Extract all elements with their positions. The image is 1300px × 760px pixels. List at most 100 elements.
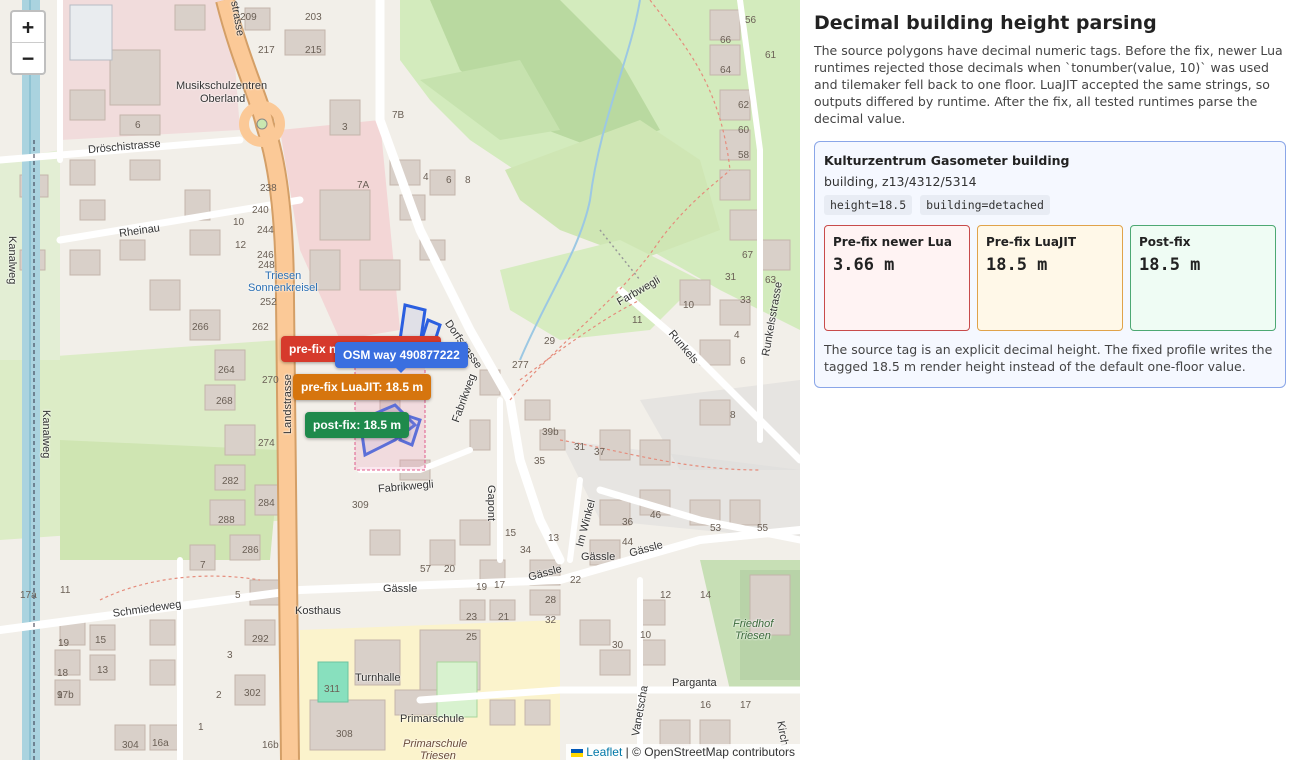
house-number: 264 [218, 365, 235, 376]
tag-chip: height=18.5 [824, 195, 913, 215]
house-number: 30 [612, 640, 624, 651]
house-number: 244 [257, 225, 274, 236]
house-number: 238 [260, 183, 277, 194]
zoom-out-button[interactable]: − [12, 42, 44, 73]
house-number: 240 [252, 205, 269, 216]
house-number: 20 [444, 564, 456, 575]
house-number: 32 [545, 615, 557, 626]
house-number: 4 [734, 330, 740, 341]
house-number: 311 [324, 684, 340, 695]
postfix-marker[interactable]: post-fix: 18.5 m [305, 412, 410, 438]
result-value: 18.5 m [1139, 255, 1201, 275]
page-title: Decimal building height parsing [814, 12, 1157, 34]
house-number: 34 [520, 545, 532, 556]
house-number: 62 [738, 100, 750, 111]
map-label: Triesen [265, 270, 302, 282]
house-number: 292 [252, 634, 269, 645]
result-label: Pre-fix newer Lua [833, 235, 952, 249]
house-number: 3 [342, 122, 348, 133]
building-card: Kulturzentrum Gasometer building buildin… [814, 141, 1286, 388]
tag-chips: height=18.5 building=detached [824, 195, 1276, 215]
house-number: 63 [765, 275, 777, 286]
map-label: Parganta [672, 677, 717, 689]
map-label: Triesen [420, 750, 456, 760]
building-note: The source tag is an explicit decimal he… [824, 342, 1273, 374]
house-number: 248 [258, 260, 275, 271]
house-number: 13 [548, 533, 560, 544]
house-number: 17a [20, 590, 37, 601]
house-number: 5 [235, 590, 241, 601]
house-number: 304 [122, 740, 139, 751]
result-boxes: Pre-fix newer Lua 3.66 m Pre-fix LuaJIT … [824, 225, 1276, 331]
house-number: 31 [574, 442, 586, 453]
house-number: 7A [357, 180, 370, 191]
building-subtitle: building, z13/4312/5314 [824, 174, 977, 189]
house-number: 57 [420, 564, 432, 575]
house-number: 6 [135, 120, 141, 131]
house-number: 266 [192, 322, 209, 333]
map-label: Kanalweg [40, 410, 52, 459]
zoom-in-button[interactable]: + [12, 12, 44, 42]
building-title: Kulturzentrum Gasometer building [824, 153, 1070, 168]
house-number: 64 [720, 65, 732, 76]
house-number: 11 [632, 315, 643, 326]
house-number: 309 [352, 500, 369, 511]
house-number: 37 [594, 447, 606, 458]
result-value: 3.66 m [833, 255, 895, 275]
leaflet-link[interactable]: Leaflet [586, 745, 622, 759]
house-number: 274 [258, 438, 275, 449]
house-number: 3 [227, 650, 233, 661]
prefix-luajit-marker[interactable]: pre-fix LuaJIT: 18.5 m [293, 374, 432, 400]
house-number: 203 [305, 12, 322, 23]
house-number: 8 [730, 410, 736, 421]
map-label: Oberland [200, 93, 246, 105]
house-number: 19 [58, 638, 70, 649]
house-number: 10 [640, 630, 652, 641]
attribution-text: | © OpenStreetMap contributors [625, 745, 795, 759]
map-label: Musikschulzentren [176, 80, 268, 92]
house-number: 13 [97, 665, 109, 676]
map-label: Turnhalle [355, 672, 401, 684]
result-prefix-newer-lua: Pre-fix newer Lua 3.66 m [824, 225, 970, 331]
house-number: 21 [498, 612, 510, 623]
house-number: 4 [423, 172, 429, 183]
ukraine-flag-icon [571, 748, 584, 757]
house-number: 29 [544, 336, 556, 347]
house-number: 1 [198, 722, 204, 733]
house-number: 46 [650, 510, 662, 521]
house-number: 28 [545, 595, 557, 606]
tag-chip: building=detached [920, 195, 1050, 215]
house-number: 56 [745, 15, 757, 26]
result-postfix: Post-fix 18.5 m [1130, 225, 1276, 331]
house-number: 16 [700, 700, 712, 711]
map-label: Triesen [735, 630, 771, 642]
house-number: 8 [465, 175, 471, 186]
house-number: 308 [336, 729, 353, 740]
house-number: 17 [740, 700, 752, 711]
house-number: 286 [242, 545, 259, 556]
house-number: 12 [235, 240, 247, 251]
house-number: 282 [222, 476, 239, 487]
house-number: 284 [258, 498, 275, 509]
map-label: Primarschule [400, 713, 465, 725]
map-label: Primarschule [403, 738, 468, 750]
house-number: 12 [660, 590, 672, 601]
house-number: 10 [683, 300, 695, 311]
house-number: 10 [233, 217, 245, 228]
house-number: 209 [240, 12, 257, 23]
map-label: Gässle [383, 583, 418, 595]
house-number: 55 [757, 523, 769, 534]
house-number: 61 [765, 50, 777, 61]
house-number: 215 [305, 45, 322, 56]
map[interactable]: Musikschulzentren Oberland Dröschistrass… [0, 0, 800, 760]
house-number: 44 [622, 537, 634, 548]
house-number: 11 [60, 585, 71, 596]
house-number: 31 [725, 272, 737, 283]
house-number: 25 [466, 632, 478, 643]
map-attribution: Leaflet | © OpenStreetMap contributors [566, 744, 800, 760]
house-number: 6 [446, 175, 452, 186]
house-number: 22 [570, 575, 582, 586]
house-number: 217 [258, 45, 275, 56]
house-number: 6 [740, 356, 746, 367]
house-number: 7B [392, 110, 405, 121]
